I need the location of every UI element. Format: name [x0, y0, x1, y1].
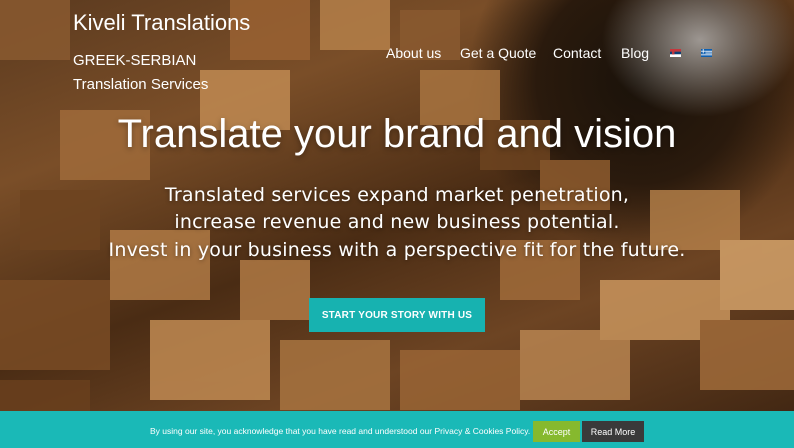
serbian-flag-icon[interactable]: [670, 49, 681, 57]
hero-tagline-line2: increase revenue and new business potent…: [174, 211, 620, 233]
hero-tagline-line1: Translated services expand market penetr…: [164, 184, 630, 206]
read-more-button[interactable]: Read More: [582, 421, 644, 442]
accept-cookies-button[interactable]: Accept: [533, 421, 580, 442]
start-story-button[interactable]: START YOUR STORY WITH US: [309, 298, 485, 332]
nav-item-get-a-quote[interactable]: Get a Quote: [460, 45, 536, 61]
nav-item-contact[interactable]: Contact: [553, 45, 601, 61]
hero-headline: Translate your brand and vision: [117, 112, 677, 156]
cookie-notice-text: By using our site, you acknowledge that …: [150, 426, 531, 436]
nav-item-blog[interactable]: Blog: [621, 45, 649, 61]
nav-item-about-us[interactable]: About us: [386, 45, 441, 61]
cookie-bar: By using our site, you acknowledge that …: [0, 411, 794, 448]
greek-flag-icon[interactable]: [701, 49, 712, 57]
hero-tagline-line3: Invest in your business with a perspecti…: [108, 239, 686, 261]
brand-subtitle-line2: Translation Services: [73, 76, 209, 93]
brand-subtitle-line1: GREEK-SERBIAN: [73, 52, 197, 69]
brand-title[interactable]: Kiveli Translations: [73, 10, 250, 36]
